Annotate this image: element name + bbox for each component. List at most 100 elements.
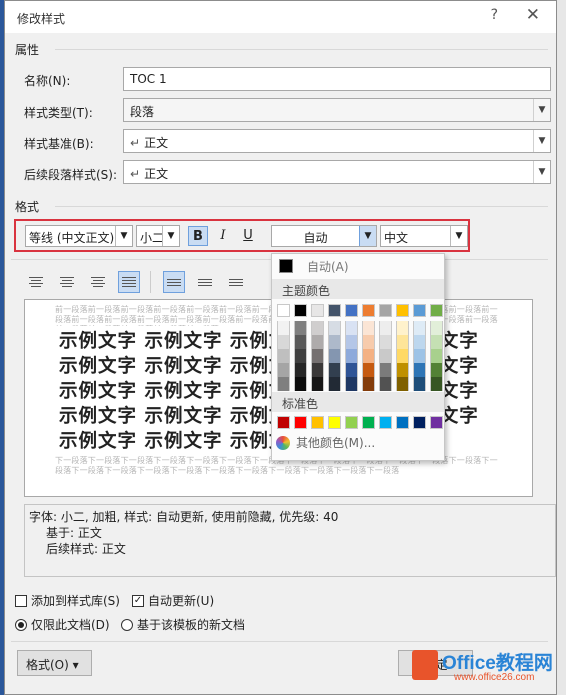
auto-update-checkbox[interactable]: ✓ 自动更新(U) <box>132 592 214 609</box>
standard-color-swatch[interactable] <box>294 416 307 429</box>
theme-shade-swatch[interactable] <box>328 321 341 335</box>
standard-color-swatch[interactable] <box>362 416 375 429</box>
theme-shade-swatch[interactable] <box>379 321 392 335</box>
theme-shade-swatch[interactable] <box>379 363 392 377</box>
description-line: 后续样式: 正文 <box>46 542 126 556</box>
automatic-color-option[interactable]: 自动(A) <box>275 256 443 276</box>
theme-shade-swatch[interactable] <box>294 321 307 335</box>
theme-shade-swatch[interactable] <box>362 335 375 349</box>
bold-button[interactable]: B <box>188 226 208 246</box>
add-to-gallery-checkbox[interactable]: 添加到样式库(S) <box>15 592 120 609</box>
single-spacing-icon[interactable] <box>163 271 185 293</box>
theme-shade-swatch[interactable] <box>345 377 358 391</box>
theme-shade-swatch[interactable] <box>396 363 409 377</box>
theme-shade-swatch[interactable] <box>379 335 392 349</box>
format-menu-button[interactable]: 格式(O) ▾ <box>17 650 92 676</box>
theme-shade-swatch[interactable] <box>294 335 307 349</box>
theme-color-swatch[interactable] <box>311 304 324 317</box>
theme-shade-swatch[interactable] <box>379 349 392 363</box>
theme-shade-swatch[interactable] <box>345 335 358 349</box>
theme-shade-swatch[interactable] <box>277 321 290 335</box>
standard-color-swatch[interactable] <box>379 416 392 429</box>
theme-shade-swatch[interactable] <box>362 377 375 391</box>
align-justify-icon[interactable] <box>118 271 140 293</box>
theme-shade-swatch[interactable] <box>345 363 358 377</box>
theme-shade-swatch[interactable] <box>277 377 290 391</box>
theme-color-swatch[interactable] <box>413 304 426 317</box>
one-half-spacing-icon[interactable] <box>194 271 216 293</box>
theme-shade-swatch[interactable] <box>311 321 324 335</box>
theme-shade-swatch[interactable] <box>396 377 409 391</box>
theme-shade-swatch[interactable] <box>396 321 409 335</box>
standard-color-swatch[interactable] <box>277 416 290 429</box>
help-button[interactable]: ? <box>491 7 498 23</box>
more-colors-option[interactable]: 其他颜色(M)... <box>276 434 375 451</box>
align-center-icon[interactable] <box>56 271 78 293</box>
theme-shade-swatch[interactable] <box>413 321 426 335</box>
standard-color-swatch[interactable] <box>430 416 443 429</box>
theme-shade-swatch[interactable] <box>430 377 443 391</box>
theme-shade-swatch[interactable] <box>396 335 409 349</box>
theme-shade-swatch[interactable] <box>413 377 426 391</box>
standard-color-swatch[interactable] <box>311 416 324 429</box>
style-based-select[interactable]: ↵ 正文 ▼ <box>123 129 551 153</box>
theme-shade-swatch[interactable] <box>311 363 324 377</box>
theme-shade-swatch[interactable] <box>328 335 341 349</box>
theme-shade-swatch[interactable] <box>396 349 409 363</box>
standard-color-swatch[interactable] <box>345 416 358 429</box>
theme-shade-swatch[interactable] <box>277 335 290 349</box>
font-select[interactable]: 等线 (中文正文) ▼ <box>25 225 133 247</box>
font-color-select[interactable]: 自动 ▼ <box>271 225 377 247</box>
chevron-down-icon[interactable]: ▼ <box>359 226 376 246</box>
theme-shade-swatch[interactable] <box>379 377 392 391</box>
style-type-select[interactable]: 段落 ▼ <box>123 98 551 122</box>
theme-shade-swatch[interactable] <box>328 363 341 377</box>
standard-color-swatch[interactable] <box>396 416 409 429</box>
watermark-url: www.office26.com <box>454 672 535 683</box>
theme-color-swatch[interactable] <box>396 304 409 317</box>
theme-shade-swatch[interactable] <box>294 377 307 391</box>
next-style-select[interactable]: ↵ 正文 ▼ <box>123 160 551 184</box>
close-button[interactable]: ✕ <box>526 5 540 25</box>
theme-shade-swatch[interactable] <box>345 321 358 335</box>
underline-button[interactable]: U <box>238 226 258 246</box>
only-this-document-radio[interactable]: 仅限此文档(D) <box>15 616 110 633</box>
theme-shade-swatch[interactable] <box>345 349 358 363</box>
theme-color-swatch[interactable] <box>328 304 341 317</box>
theme-shade-swatch[interactable] <box>430 349 443 363</box>
theme-color-swatch[interactable] <box>379 304 392 317</box>
theme-shade-swatch[interactable] <box>311 335 324 349</box>
standard-color-swatch[interactable] <box>328 416 341 429</box>
theme-shade-swatch[interactable] <box>311 349 324 363</box>
theme-shade-swatch[interactable] <box>413 363 426 377</box>
theme-shade-swatch[interactable] <box>430 321 443 335</box>
theme-shade-swatch[interactable] <box>362 349 375 363</box>
theme-shade-swatch[interactable] <box>277 349 290 363</box>
theme-shade-swatch[interactable] <box>413 335 426 349</box>
theme-shade-swatch[interactable] <box>362 363 375 377</box>
align-right-icon[interactable] <box>87 271 109 293</box>
theme-color-swatch[interactable] <box>294 304 307 317</box>
theme-color-swatch[interactable] <box>430 304 443 317</box>
theme-shade-swatch[interactable] <box>328 349 341 363</box>
theme-shade-swatch[interactable] <box>294 363 307 377</box>
double-spacing-icon[interactable] <box>225 271 247 293</box>
theme-shade-swatch[interactable] <box>430 335 443 349</box>
template-documents-radio[interactable]: 基于该模板的新文档 <box>121 616 245 633</box>
theme-color-swatch[interactable] <box>362 304 375 317</box>
theme-shade-swatch[interactable] <box>277 363 290 377</box>
name-input[interactable]: TOC 1 <box>123 67 551 91</box>
italic-button[interactable]: I <box>213 226 233 246</box>
theme-shade-swatch[interactable] <box>362 321 375 335</box>
theme-shade-swatch[interactable] <box>430 363 443 377</box>
theme-shade-swatch[interactable] <box>413 349 426 363</box>
font-size-select[interactable]: 小二 ▼ <box>136 225 180 247</box>
language-select[interactable]: 中文 ▼ <box>380 225 468 247</box>
theme-shade-swatch[interactable] <box>328 377 341 391</box>
theme-shade-swatch[interactable] <box>311 377 324 391</box>
theme-shade-swatch[interactable] <box>294 349 307 363</box>
align-left-icon[interactable] <box>25 271 47 293</box>
standard-color-swatch[interactable] <box>413 416 426 429</box>
theme-color-swatch[interactable] <box>345 304 358 317</box>
theme-color-swatch[interactable] <box>277 304 290 317</box>
